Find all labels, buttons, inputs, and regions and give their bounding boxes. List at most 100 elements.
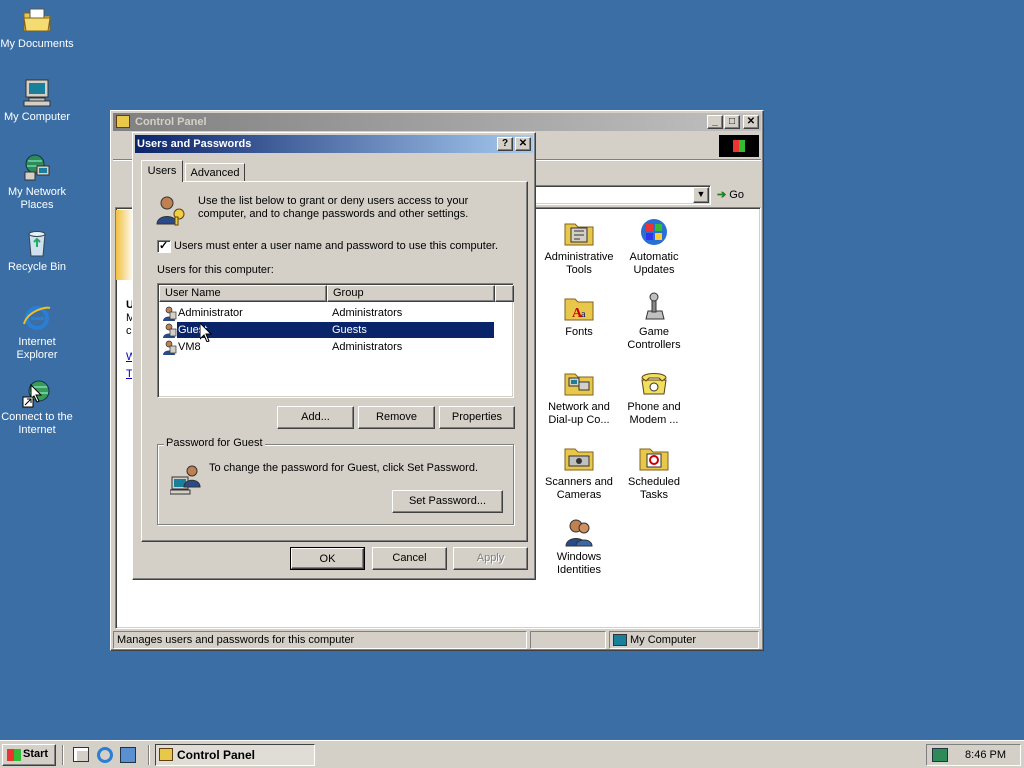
column-header-label: User Name — [165, 287, 221, 299]
users-passwords-dialog: Users and Passwords ? ✕ Users Advanced U… — [132, 132, 536, 580]
mouse-cursor-icon — [200, 323, 212, 342]
user-name: Administrator — [178, 307, 243, 319]
svg-text:a: a — [581, 309, 586, 320]
desktop-icon-network-places[interactable]: My Network Places — [0, 152, 74, 212]
internet-explorer-icon — [23, 306, 51, 330]
cp-item-scanners-cameras[interactable]: Scanners and Cameras — [541, 441, 617, 502]
user-group: Administrators — [332, 341, 403, 353]
users-list-label: Users for this computer: — [157, 264, 274, 276]
dialog-close-button[interactable]: ✕ — [515, 137, 531, 151]
status-empty-pane — [530, 631, 606, 649]
cp-item-network-dialup[interactable]: Network and Dial-up Co... — [541, 366, 617, 427]
desktop-icon-label: My Documents — [0, 38, 74, 50]
my-computer-small-icon — [613, 634, 627, 646]
user-name: VM8 — [178, 341, 201, 353]
cp-item-label: Scheduled Tasks — [628, 476, 680, 501]
network-tray-icon[interactable] — [932, 748, 948, 762]
quicklaunch-separator — [62, 745, 64, 765]
folder-documents-icon — [23, 8, 51, 32]
apply-button[interactable]: Apply — [453, 547, 528, 570]
quicklaunch-separator — [148, 745, 150, 765]
desktop-icon-connect-internet[interactable]: Connect to the Internet — [0, 377, 74, 437]
taskbar: Start Control Panel 8:46 PM — [0, 740, 1024, 768]
status-zone-pane: My Computer — [609, 631, 759, 649]
cp-item-label: Phone and Modem ... — [627, 401, 681, 426]
desktop-icon-label: Connect to the Internet — [1, 411, 73, 436]
task-label: Control Panel — [177, 748, 256, 762]
tab-users-label: Users — [147, 165, 177, 177]
cp-item-automatic-updates[interactable]: Automatic Updates — [616, 216, 692, 277]
require-password-label[interactable]: Users must enter a user name and passwor… — [174, 240, 498, 252]
add-button[interactable]: Add... — [277, 406, 354, 429]
cancel-button[interactable]: Cancel — [372, 547, 447, 570]
windows-logo-icon — [719, 135, 759, 157]
help-button[interactable]: ? — [497, 137, 513, 151]
status-text-pane: Manages users and passwords for this com… — [113, 631, 527, 649]
close-button[interactable]: ✕ — [743, 115, 759, 129]
column-header-filler — [495, 285, 514, 302]
desktop-icon-label: My Computer — [3, 111, 71, 123]
set-password-button[interactable]: Set Password... — [392, 490, 503, 513]
network-places-icon — [24, 154, 50, 181]
recycle-bin-icon — [28, 231, 46, 257]
tab-advanced[interactable]: Advanced — [185, 163, 245, 182]
status-bar: Manages users and passwords for this com… — [113, 629, 761, 649]
phone-modem-icon — [641, 373, 667, 395]
user-row[interactable]: Administrator Administrators — [160, 305, 494, 321]
desktop-icon-internet-explorer[interactable]: Internet Explorer — [0, 302, 74, 362]
control-panel-titlebar[interactable]: Control Panel _ □ ✕ — [113, 113, 761, 131]
outlook-express-icon[interactable] — [120, 747, 136, 763]
system-tray: 8:46 PM — [926, 744, 1021, 766]
user-group: Administrators — [332, 307, 403, 319]
ok-button[interactable]: OK — [290, 547, 365, 570]
user-icon — [163, 306, 177, 321]
minimize-button[interactable]: _ — [707, 115, 723, 129]
desktop-icon-my-documents[interactable]: My Documents — [0, 4, 74, 51]
maximize-button[interactable]: □ — [724, 115, 740, 129]
desktop-icon-recycle-bin[interactable]: Recycle Bin — [0, 227, 74, 274]
intro-text: Use the list below to grant or deny user… — [198, 195, 469, 220]
list-header: User Name Group — [159, 285, 514, 302]
tab-advanced-label: Advanced — [190, 167, 240, 179]
cp-item-fonts[interactable]: Aa Fonts — [541, 291, 617, 339]
game-controllers-icon — [645, 292, 665, 320]
cp-item-game-controllers[interactable]: Game Controllers — [616, 291, 692, 352]
desktop-icon-label: Internet Explorer — [16, 336, 58, 361]
address-input[interactable] — [533, 185, 711, 205]
cp-item-scheduled-tasks[interactable]: Scheduled Tasks — [616, 441, 692, 502]
cp-item-administrative-tools[interactable]: Administrative Tools — [541, 216, 617, 277]
cp-item-label: Fonts — [565, 326, 593, 338]
cp-item-label: Game Controllers — [627, 326, 681, 351]
require-password-checkbox[interactable]: ✓ — [157, 240, 171, 253]
tab-users[interactable]: Users — [141, 160, 183, 182]
password-groupbox-label: Password for Guest — [164, 437, 265, 449]
address-dropdown-button[interactable]: ▼ — [693, 187, 709, 203]
properties-button[interactable]: Properties — [439, 406, 515, 429]
show-desktop-icon[interactable] — [73, 747, 89, 762]
control-panel-icon — [116, 115, 130, 128]
remove-button[interactable]: Remove — [358, 406, 435, 429]
desktop-icon-my-computer[interactable]: My Computer — [0, 77, 74, 124]
cp-item-windows-identities[interactable]: Windows Identities — [541, 516, 617, 577]
network-dialup-icon — [564, 373, 594, 396]
go-button[interactable]: ➔ Go — [717, 187, 757, 203]
scheduled-tasks-icon — [639, 448, 669, 471]
dialog-titlebar[interactable]: Users and Passwords ? ✕ — [135, 135, 533, 153]
task-button-control-panel[interactable]: Control Panel — [155, 744, 315, 766]
users-keys-icon — [156, 196, 185, 226]
cp-item-label: Network and Dial-up Co... — [548, 401, 610, 426]
windows-identities-icon — [565, 519, 593, 547]
user-computer-icon — [170, 465, 201, 495]
cp-item-phone-modem[interactable]: Phone and Modem ... — [616, 366, 692, 427]
dialog-title: Users and Passwords — [137, 138, 252, 150]
go-label: Go — [729, 189, 744, 201]
web-view-text: c — [126, 325, 132, 337]
desktop-icon-label: My Network Places — [7, 186, 67, 211]
column-header-group[interactable]: Group — [327, 285, 495, 302]
column-header-user-name[interactable]: User Name — [159, 285, 327, 302]
status-text: Manages users and passwords for this com… — [117, 634, 355, 646]
user-icon — [163, 323, 177, 338]
start-button[interactable]: Start — [2, 744, 56, 766]
internet-explorer-quicklaunch-icon[interactable] — [97, 747, 113, 763]
clock[interactable]: 8:46 PM — [965, 749, 1006, 761]
